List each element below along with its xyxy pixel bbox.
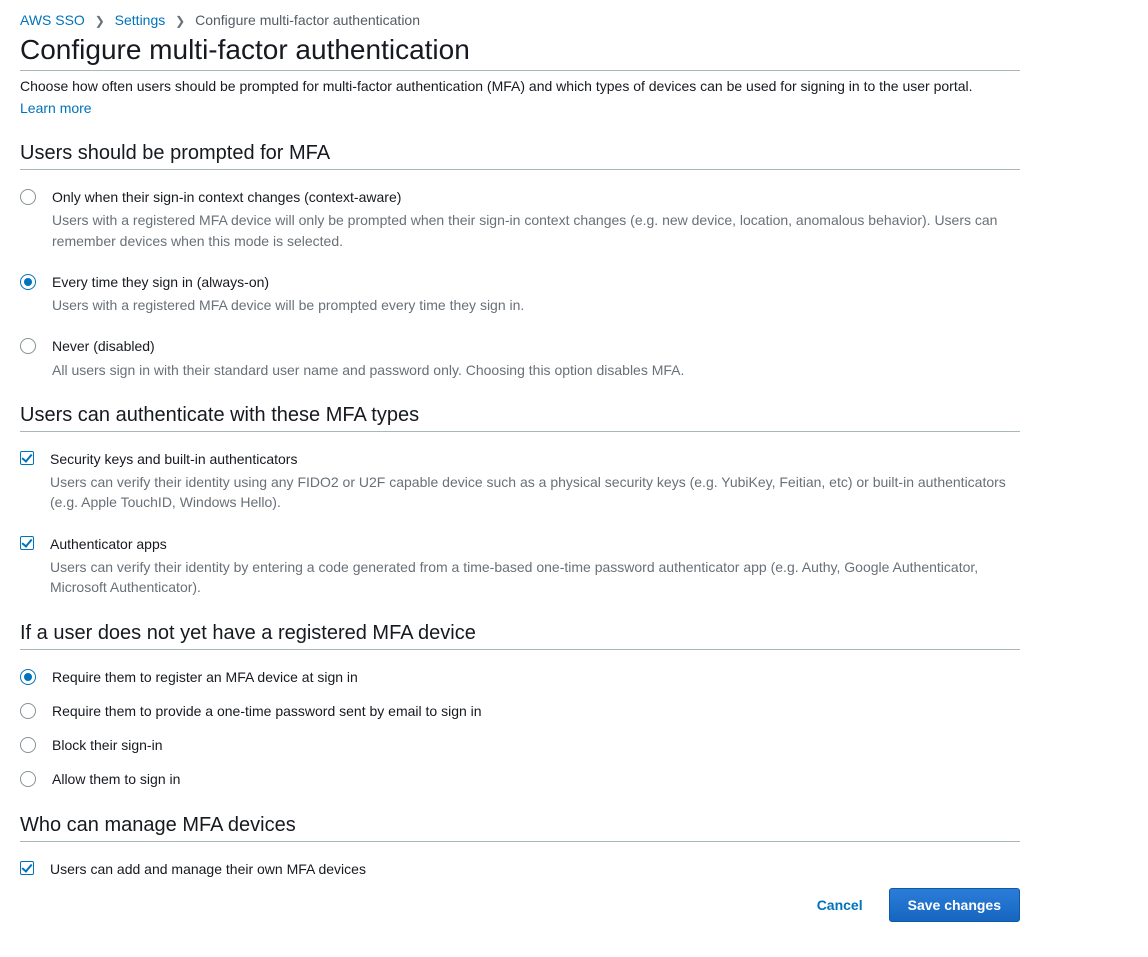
option-desc: Users with a registered MFA device will … [52, 295, 1020, 315]
option-label: Every time they sign in (always-on) [52, 273, 1020, 291]
page-description-text: Choose how often users should be prompte… [20, 78, 973, 94]
no-device-option-email-otp[interactable]: Require them to provide a one-time passw… [20, 702, 1020, 722]
no-device-option-allow[interactable]: Allow them to sign in [20, 770, 1020, 790]
types-option-security-keys[interactable]: Security keys and built-in authenticator… [20, 450, 1020, 513]
cancel-button[interactable]: Cancel [807, 889, 873, 921]
option-label: Users can add and manage their own MFA d… [50, 860, 1020, 878]
types-option-group: Security keys and built-in authenticator… [20, 450, 1020, 598]
section-title-prompt: Users should be prompted for MFA [20, 142, 1020, 170]
prompt-option-always-on[interactable]: Every time they sign in (always-on) User… [20, 273, 1020, 315]
prompt-option-never[interactable]: Never (disabled) All users sign in with … [20, 337, 1020, 379]
radio-always-on[interactable] [20, 274, 36, 290]
manage-option-group: Users can add and manage their own MFA d… [20, 860, 1020, 878]
radio-never[interactable] [20, 338, 36, 354]
option-label: Authenticator apps [50, 535, 1020, 553]
option-label: Only when their sign-in context changes … [52, 188, 1020, 206]
no-device-option-block[interactable]: Block their sign-in [20, 736, 1020, 756]
option-label: Require them to register an MFA device a… [52, 668, 1020, 686]
checkbox-authenticator-apps[interactable] [20, 536, 34, 550]
manage-option-users-manage-own[interactable]: Users can add and manage their own MFA d… [20, 860, 1020, 878]
option-desc: Users can verify their identity by enter… [50, 557, 1020, 598]
page-description: Choose how often users should be prompte… [20, 77, 1020, 118]
types-option-authenticator-apps[interactable]: Authenticator apps Users can verify thei… [20, 535, 1020, 598]
save-changes-button[interactable]: Save changes [889, 888, 1020, 922]
section-title-types: Users can authenticate with these MFA ty… [20, 404, 1020, 432]
radio-context-aware[interactable] [20, 189, 36, 205]
option-label: Block their sign-in [52, 736, 1020, 754]
breadcrumb: AWS SSO ❯ Settings ❯ Configure multi-fac… [20, 12, 1128, 28]
checkbox-security-keys[interactable] [20, 451, 34, 465]
option-desc: Users can verify their identity using an… [50, 472, 1020, 513]
chevron-right-icon: ❯ [95, 14, 105, 28]
radio-allow[interactable] [20, 771, 36, 787]
option-label: Require them to provide a one-time passw… [52, 702, 1020, 720]
option-label: Security keys and built-in authenticator… [50, 450, 1020, 468]
prompt-option-group: Only when their sign-in context changes … [20, 188, 1020, 380]
option-label: Never (disabled) [52, 337, 1020, 355]
breadcrumb-settings[interactable]: Settings [115, 12, 166, 28]
option-desc: All users sign in with their standard us… [52, 360, 1020, 380]
option-label: Allow them to sign in [52, 770, 1020, 788]
option-desc: Users with a registered MFA device will … [52, 210, 1020, 251]
checkbox-users-manage-own[interactable] [20, 861, 34, 875]
radio-require-register[interactable] [20, 669, 36, 685]
radio-email-otp[interactable] [20, 703, 36, 719]
section-title-no-device: If a user does not yet have a registered… [20, 622, 1020, 650]
learn-more-link[interactable]: Learn more [20, 99, 92, 119]
no-device-option-group: Require them to register an MFA device a… [20, 668, 1020, 790]
section-title-manage: Who can manage MFA devices [20, 814, 1020, 842]
breadcrumb-current: Configure multi-factor authentication [195, 12, 420, 28]
no-device-option-require-register[interactable]: Require them to register an MFA device a… [20, 668, 1020, 688]
footer-actions: Cancel Save changes [20, 888, 1020, 922]
chevron-right-icon: ❯ [175, 14, 185, 28]
breadcrumb-aws-sso[interactable]: AWS SSO [20, 12, 85, 28]
radio-block[interactable] [20, 737, 36, 753]
prompt-option-context-aware[interactable]: Only when their sign-in context changes … [20, 188, 1020, 251]
page-title: Configure multi-factor authentication [20, 34, 1020, 71]
